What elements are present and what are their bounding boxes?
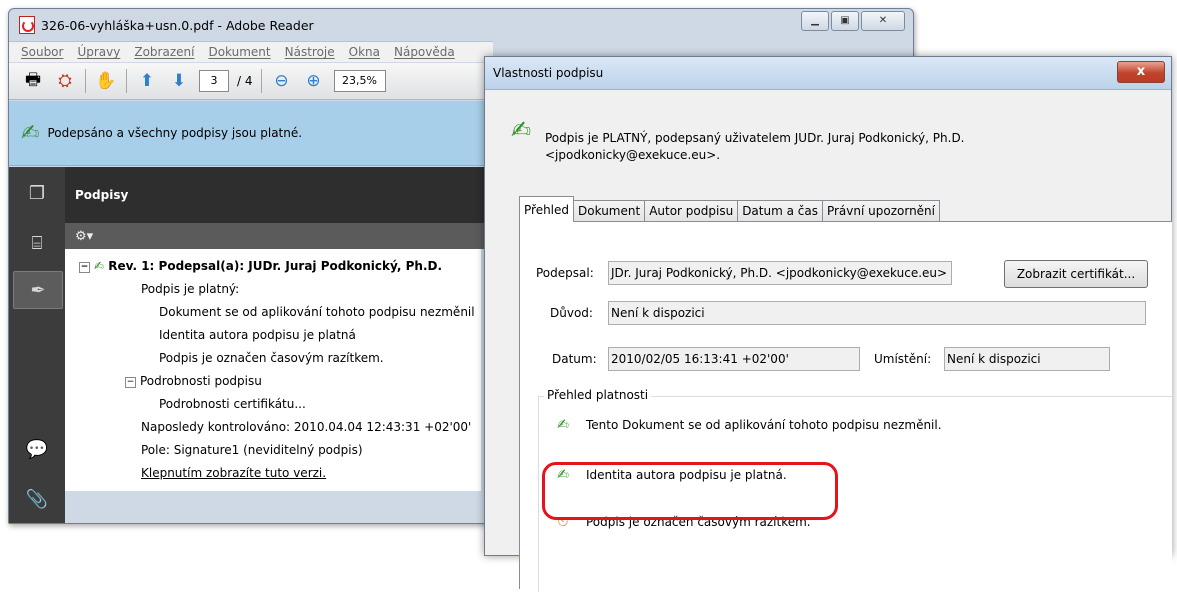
signed-by-field[interactable]: JDr. Juraj Podkonický, Ph.D. <jpodkonick… [608, 261, 952, 285]
dialog-title: Vlastnosti podpisu [493, 66, 604, 80]
validity-item: ✍ Tento Dokument se od aplikování tohoto… [554, 416, 942, 434]
date-label: Datum: [552, 352, 597, 366]
signatures-panel: Podpisy ⚙▾ − ✍ Rev. 1: Podepsal(a): JUDr.… [65, 167, 491, 491]
tree-valid[interactable]: Podpis je platný: [141, 278, 239, 301]
tree-details-row[interactable]: − Podrobnosti podpisu [125, 370, 262, 393]
signature-icon: ✍ [94, 259, 105, 273]
tab-prehled[interactable]: Přehled [519, 196, 575, 222]
minimize-button[interactable]: ▁ [801, 11, 829, 31]
tree-revision-row[interactable]: − ✍ Rev. 1: Podepsal(a): JUDr. Juraj Podk… [79, 255, 442, 278]
tab-bar: Přehled Dokument Autor podpisu Datum a č… [519, 196, 940, 222]
show-certificate-button[interactable]: Zobrazit certifikát... [1004, 260, 1148, 288]
tree-unchanged[interactable]: Dokument se od aplikování tohoto podpisu… [159, 301, 475, 324]
tab-autor-podpisu[interactable]: Autor podpisu [644, 200, 739, 222]
attachments-icon[interactable]: 📎 [25, 487, 49, 511]
comments-icon[interactable]: 💬 [25, 437, 49, 461]
reader-window-title: 326-06-vyhláška+usn.0.pdf - Adobe Reader [41, 17, 314, 33]
reason-field[interactable]: Není k dispozici [608, 301, 1146, 325]
zoom-out-icon[interactable]: ⊖ [270, 69, 294, 93]
menu-zobrazeni[interactable]: Zobrazení [134, 45, 194, 59]
maximize-button[interactable]: ▣ [831, 11, 859, 31]
zoom-input[interactable]: 23,5% [333, 70, 386, 92]
overview-tab-page: Podepsal: JDr. Juraj Podkonický, Ph.D. <… [519, 221, 1173, 592]
valid-signature-icon: ✍ [511, 116, 532, 144]
tree-last-checked: Naposledy kontrolováno: 2010.04.04 12:43… [141, 420, 472, 434]
signature-summary: Podpis je PLATNÝ, podepsaný uživatelem J… [545, 131, 965, 162]
menu-napoveda[interactable]: Nápověda [394, 45, 455, 59]
signatures-icon[interactable]: ✒ [13, 271, 63, 309]
reason-label: Důvod: [550, 306, 593, 320]
signature-status-banner: ✍ Podepsáno a všechny podpisy jsou platn… [9, 101, 493, 166]
window-controls: ▁ ▣ ✕ [801, 11, 905, 31]
validity-legend: Přehled platnosti [544, 388, 652, 402]
check-signature-icon: ✍ [557, 417, 569, 433]
options-gear-icon[interactable]: ⚙▾ [75, 229, 93, 244]
close-window-button[interactable]: ✕ [861, 11, 905, 31]
show-version-link[interactable]: Klepnutím zobrazíte tuto verzi. [141, 462, 326, 485]
print-icon[interactable]: 🖶 [21, 69, 45, 93]
tab-dokument[interactable]: Dokument [573, 200, 646, 222]
toolbar-divider [260, 69, 262, 93]
page-up-icon[interactable]: ⬆ [135, 69, 159, 93]
location-label: Umístění: [874, 352, 932, 366]
reader-titlebar: 326-06-vyhláška+usn.0.pdf - Adobe Reader [19, 14, 903, 36]
navigation-rail: ❐ ⌸ ✒ 💬 📎 [9, 167, 65, 523]
menu-okna[interactable]: Okna [349, 45, 380, 59]
toolbar: 🖶 ⛭ ✋ ⬆ ⬇ 3 / 4 ⊖ ⊕ 23,5% [9, 63, 493, 100]
valid-signature-icon: ✍ [21, 120, 40, 146]
share-icon[interactable]: ⛭ [53, 69, 77, 93]
menu-upravy[interactable]: Úpravy [77, 45, 120, 59]
bookmarks-icon[interactable]: ⌸ [25, 231, 49, 255]
collapse-icon[interactable]: − [125, 377, 136, 388]
panel-title: Podpisy [75, 188, 129, 202]
page-total: / 4 [237, 74, 253, 88]
hand-icon[interactable]: ✋ [94, 69, 118, 93]
tree-cert-details[interactable]: Podrobnosti certifikátu... [159, 393, 306, 416]
banner-text: Podepsáno a všechny podpisy jsou platné. [47, 126, 303, 140]
tree-field: Pole: Signature1 (neviditelný podpis) [141, 443, 363, 457]
page-number-input[interactable]: 3 [199, 70, 229, 92]
toolbar-divider [126, 69, 127, 93]
date-field[interactable]: 2010/02/05 16:13:41 +02'00' [608, 347, 860, 371]
menu-bar: Soubor Úpravy Zobrazení Dokument Nástroj… [9, 41, 493, 62]
validity-text: Tento Dokument se od aplikování tohoto p… [586, 418, 942, 432]
page-down-icon[interactable]: ⬇ [167, 69, 191, 93]
collapse-icon[interactable]: − [79, 262, 90, 273]
tree-details: Podrobnosti podpisu [140, 374, 262, 388]
panel-header: Podpisy [65, 167, 491, 223]
revision-label: Rev. 1: Podepsal(a): JUDr. Juraj Podkoni… [108, 259, 443, 273]
location-field[interactable]: Není k dispozici [944, 347, 1110, 371]
panel-options-bar: ⚙▾ [65, 223, 491, 249]
signed-by-label: Podepsal: [536, 266, 594, 280]
dialog-close-button[interactable]: x [1117, 61, 1165, 83]
pdf-file-icon [19, 16, 35, 34]
dialog-titlebar: Vlastnosti podpisu x [485, 57, 1171, 90]
zoom-in-icon[interactable]: ⊕ [302, 69, 326, 93]
toolbar-divider [85, 69, 86, 93]
tree-timestamp[interactable]: Podpis je označen časovým razítkem. [159, 347, 384, 370]
annotation-highlight-ellipse [542, 462, 838, 520]
menu-nastroje[interactable]: Nástroje [285, 45, 335, 59]
menu-soubor[interactable]: Soubor [21, 45, 63, 59]
pages-icon[interactable]: ❐ [25, 181, 49, 205]
tree-identity[interactable]: Identita autora podpisu je platná [159, 324, 356, 347]
menu-dokument[interactable]: Dokument [208, 45, 270, 59]
tab-datum-a-cas[interactable]: Datum a čas [737, 200, 823, 222]
tab-pravni-upozorneni[interactable]: Právní upozornění [821, 200, 940, 222]
